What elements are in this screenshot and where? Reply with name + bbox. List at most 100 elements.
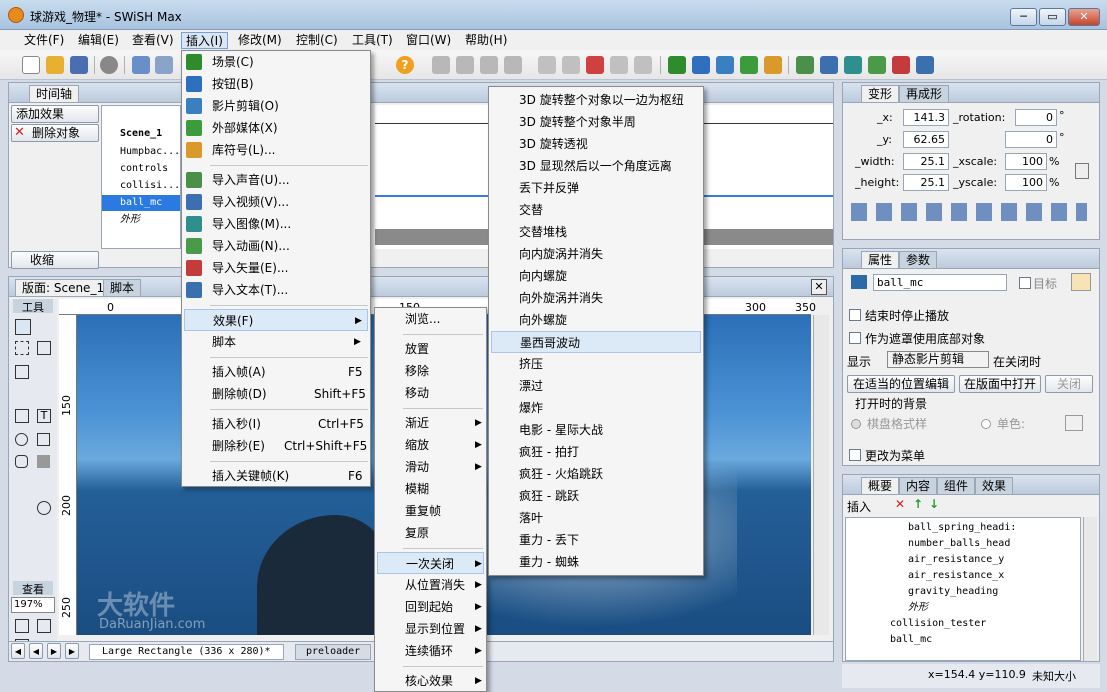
- oneoff-item[interactable]: 向内旋涡并消失: [489, 243, 703, 265]
- use-as-mask-checkbox[interactable]: [849, 332, 861, 344]
- menu-modify[interactable]: 修改(M): [234, 32, 286, 49]
- menu-item-import-sound[interactable]: 导入声音(U)...: [182, 169, 370, 191]
- oneoff-item[interactable]: 交替堆栈: [489, 221, 703, 243]
- tree-item[interactable]: air_resistance_x: [908, 568, 1004, 584]
- menu-file[interactable]: 文件(F): [20, 32, 68, 49]
- menu-item-external-media[interactable]: 外部媒体(X): [182, 117, 370, 139]
- oneoff-item[interactable]: 电影 - 星际大战: [489, 419, 703, 441]
- menu-item-delete-second[interactable]: 删除秒(E) Ctrl+Shift+F5: [182, 435, 370, 457]
- minimize-button[interactable]: ─: [1010, 8, 1037, 26]
- ellipse-tool-icon[interactable]: [15, 433, 28, 446]
- import-sound-icon[interactable]: [796, 56, 814, 74]
- effect-slide[interactable]: 滑动 ▶: [375, 456, 486, 478]
- tab-properties[interactable]: 属性: [861, 251, 900, 268]
- oneoff-item[interactable]: 挤压: [489, 353, 703, 375]
- oneoff-item[interactable]: 重力 - 蜘蛛: [489, 551, 703, 573]
- insert-scene-icon[interactable]: [668, 56, 686, 74]
- effect-revert[interactable]: 复原: [375, 522, 486, 544]
- fill-transform-icon[interactable]: [15, 365, 29, 379]
- import-video-icon[interactable]: [820, 56, 838, 74]
- oneoff-item[interactable]: 3D 旋转整个对象半周: [489, 111, 703, 133]
- menu-edit[interactable]: 编辑(E): [74, 32, 123, 49]
- menu-item-script[interactable]: 脚本 ▶: [182, 331, 370, 353]
- oneoff-item[interactable]: 3D 显现然后以一个角度远离: [489, 155, 703, 177]
- effect-disappear[interactable]: 从位置消失 ▶: [375, 574, 486, 596]
- zoom-tool-icon[interactable]: [37, 501, 51, 515]
- menu-help[interactable]: 帮助(H): [461, 32, 511, 49]
- oneoff-item-highlighted[interactable]: 墨西哥波动: [491, 331, 701, 353]
- edit-in-place-button[interactable]: 在适当的位置编辑: [847, 375, 955, 393]
- menu-item-library-symbol[interactable]: 库符号(L)...: [182, 139, 370, 161]
- effect-blur[interactable]: 模糊: [375, 478, 486, 500]
- current-frame-icon[interactable]: [586, 56, 604, 74]
- tab-content[interactable]: 内容: [899, 477, 938, 494]
- menu-control[interactable]: 控制(C): [292, 32, 342, 49]
- delete-icon[interactable]: ✕: [895, 497, 905, 511]
- menu-view[interactable]: 查看(V): [128, 32, 178, 49]
- effect-remove[interactable]: 移除: [375, 360, 486, 382]
- tab-outline[interactable]: 概要: [861, 477, 900, 494]
- rounded-rect-tool-icon[interactable]: [15, 455, 28, 468]
- tree-item[interactable]: collision_tester: [890, 616, 986, 632]
- layer-row[interactable]: Humpbac...: [102, 144, 180, 160]
- effect-move[interactable]: 移动: [375, 382, 486, 404]
- import-text-icon[interactable]: [916, 56, 934, 74]
- oneoff-item[interactable]: 3D 旋转整个对象以一边为枢纽: [489, 89, 703, 111]
- scene-tab-active[interactable]: Large Rectangle (336 x 280)*: [89, 644, 284, 660]
- play-clip-icon[interactable]: [504, 56, 522, 74]
- first-frame-icon[interactable]: [538, 56, 556, 74]
- tab-layout[interactable]: 版面: Scene_1: [15, 279, 112, 296]
- pen-tool-icon[interactable]: [15, 409, 29, 423]
- lock-aspect-icon[interactable]: [1075, 163, 1089, 179]
- effect-one-off[interactable]: 一次关闭 ▶: [377, 552, 484, 574]
- collapse-button[interactable]: 收缩: [11, 251, 99, 269]
- stop-icon[interactable]: [432, 56, 450, 74]
- oneoff-item[interactable]: 交替: [489, 199, 703, 221]
- select-tool-icon[interactable]: [15, 319, 31, 335]
- transform-tool-icon[interactable]: [37, 341, 51, 355]
- layer-row[interactable]: Scene_1: [102, 126, 162, 142]
- tree-item[interactable]: air_resistance_y: [908, 552, 1004, 568]
- insert-button-icon[interactable]: [692, 56, 710, 74]
- insert-dropdown[interactable]: 插入: [847, 498, 871, 515]
- cut-icon[interactable]: [132, 56, 150, 74]
- open-on-stage-button[interactable]: 在版面中打开: [959, 375, 1041, 393]
- zoom-select[interactable]: 197%: [11, 597, 55, 613]
- hand-tool-icon[interactable]: [15, 501, 29, 515]
- oneoff-item[interactable]: 疯狂 - 火焰跳跃: [489, 463, 703, 485]
- import-image-icon[interactable]: [844, 56, 862, 74]
- open-icon[interactable]: [46, 56, 64, 74]
- oneoff-item[interactable]: 落叶: [489, 507, 703, 529]
- save-icon[interactable]: [70, 56, 88, 74]
- oneoff-item[interactable]: 丢下并反弹: [489, 177, 703, 199]
- menu-tools[interactable]: 工具(T): [348, 32, 397, 49]
- first-page-icon[interactable]: ◀: [11, 643, 25, 659]
- tree-item[interactable]: gravity_heading: [908, 584, 998, 600]
- effect-place[interactable]: 放置: [375, 338, 486, 360]
- oneoff-item[interactable]: 向内螺旋: [489, 265, 703, 287]
- close-panel-icon[interactable]: ✕: [811, 279, 827, 295]
- zoom-in-icon[interactable]: [15, 619, 29, 633]
- y-field[interactable]: 62.65: [903, 131, 949, 148]
- oneoff-item[interactable]: 疯狂 - 拍打: [489, 441, 703, 463]
- move-down-icon[interactable]: ↓: [929, 497, 939, 511]
- menu-item-insert-frame[interactable]: 插入帧(A) F5: [182, 361, 370, 383]
- menu-item-import-vector[interactable]: 导入矢量(E)...: [182, 257, 370, 279]
- xscale-field[interactable]: 100: [1005, 153, 1047, 170]
- tab-reshape[interactable]: 再成形: [899, 85, 950, 102]
- last-page-icon[interactable]: ▶: [65, 643, 79, 659]
- tab-parameters[interactable]: 参数: [899, 251, 938, 268]
- layer-row[interactable]: controls: [102, 161, 168, 177]
- yscale-field[interactable]: 100: [1005, 174, 1047, 191]
- width-field[interactable]: 25.1: [903, 153, 949, 170]
- layer-row[interactable]: collisi...: [102, 178, 180, 194]
- new-icon[interactable]: [22, 56, 40, 74]
- layer-row-selected[interactable]: ball_mc: [102, 195, 180, 211]
- autoshape-tool-icon[interactable]: [37, 455, 50, 468]
- menu-item-effects[interactable]: 效果(F) ▶: [184, 309, 368, 331]
- menu-item-insert-keyframe[interactable]: 插入关键帧(K) F6: [182, 465, 370, 487]
- menu-item-button[interactable]: 按钮(B): [182, 73, 370, 95]
- maximize-button[interactable]: ▭: [1039, 8, 1066, 26]
- solid-radio[interactable]: [981, 419, 991, 429]
- rectangle-tool-icon[interactable]: [37, 433, 50, 446]
